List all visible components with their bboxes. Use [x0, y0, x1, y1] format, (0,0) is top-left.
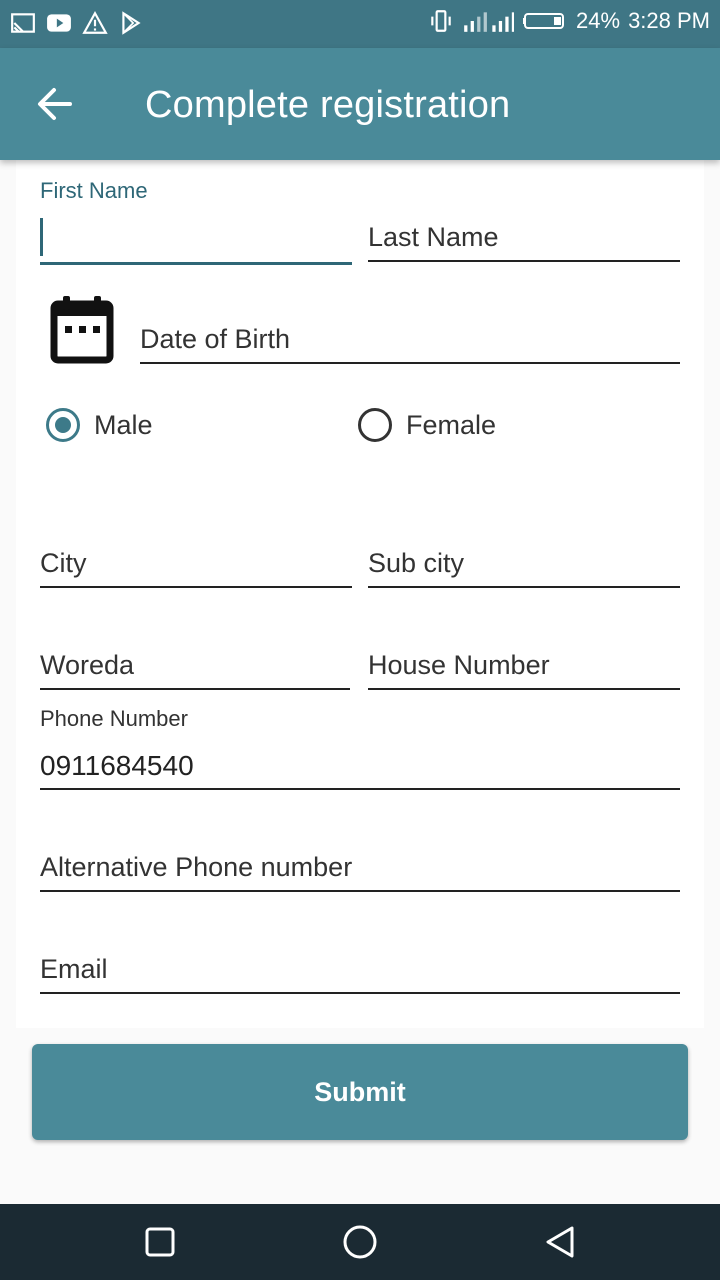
- woreda-input[interactable]: Woreda: [40, 646, 350, 692]
- sub-city-underline: [368, 586, 680, 588]
- calendar-icon[interactable]: [50, 294, 114, 364]
- gender-male-radio[interactable]: Male: [46, 408, 153, 442]
- page-title: Complete registration: [145, 84, 511, 126]
- alt-phone-input[interactable]: Alternative Phone number: [40, 850, 680, 896]
- status-bar: 24% 3:28 PM: [0, 0, 720, 48]
- alt-phone-underline: [40, 890, 680, 892]
- city-underline: [40, 586, 352, 588]
- signal-icon: [464, 12, 515, 32]
- warning-icon: [82, 11, 108, 34]
- phone-number-label: Phone Number: [40, 706, 188, 731]
- battery-percent: 24%: [576, 8, 621, 33]
- dob-input[interactable]: Date of Birth: [140, 320, 680, 366]
- system-nav-bar: [0, 1204, 720, 1280]
- first-name-floating-label: First Name: [40, 178, 148, 203]
- back-triangle-icon[interactable]: [542, 1224, 578, 1260]
- app-bar: Complete registration: [0, 48, 720, 160]
- radio-checked-icon: [46, 408, 80, 442]
- home-circle-icon[interactable]: [342, 1224, 378, 1260]
- phone-number-value: 0911684540: [40, 750, 194, 781]
- email-input[interactable]: Email: [40, 952, 680, 998]
- email-placeholder: Email: [40, 954, 108, 984]
- phone-number-underline: [40, 788, 680, 790]
- city-placeholder: City: [40, 548, 87, 578]
- clock: 3:28 PM: [628, 8, 710, 33]
- dob-underline: [140, 362, 680, 364]
- woreda-underline: [40, 688, 350, 690]
- sub-city-placeholder: Sub city: [368, 548, 465, 578]
- cast-icon: [11, 13, 35, 33]
- system-status: 24% 3:28 PM: [428, 8, 710, 34]
- back-arrow-icon[interactable]: [30, 78, 82, 130]
- radio-unchecked-icon: [358, 408, 392, 442]
- submit-button[interactable]: Submit: [32, 1044, 688, 1140]
- email-underline: [40, 992, 680, 994]
- woreda-placeholder: Woreda: [40, 650, 135, 680]
- city-input[interactable]: City: [40, 544, 352, 590]
- phone-number-input[interactable]: 0911684540: [40, 750, 680, 796]
- text-cursor: [40, 218, 43, 256]
- notification-icons: [10, 10, 144, 36]
- last-name-input[interactable]: Last Name: [368, 218, 680, 264]
- last-name-placeholder: Last Name: [368, 222, 499, 252]
- vibrate-icon: [431, 10, 451, 32]
- first-name-input[interactable]: [40, 218, 352, 265]
- house-number-underline: [368, 688, 680, 690]
- registration-form: First Name Last Name Date of Birth Male …: [16, 160, 704, 1028]
- first-name-underline: [40, 262, 352, 265]
- house-number-placeholder: House Number: [368, 650, 550, 680]
- sub-city-input[interactable]: Sub city: [368, 544, 680, 590]
- dob-placeholder: Date of Birth: [140, 324, 291, 354]
- gender-female-radio[interactable]: Female: [358, 408, 496, 442]
- alt-phone-placeholder: Alternative Phone number: [40, 852, 353, 882]
- house-number-input[interactable]: House Number: [368, 646, 680, 692]
- battery-icon: [523, 13, 565, 29]
- recents-square-icon[interactable]: [142, 1224, 178, 1260]
- youtube-icon: [47, 14, 71, 32]
- play-store-icon: [122, 11, 141, 35]
- gender-female-label: Female: [406, 409, 497, 440]
- gender-male-label: Male: [94, 409, 153, 440]
- last-name-underline: [368, 260, 680, 262]
